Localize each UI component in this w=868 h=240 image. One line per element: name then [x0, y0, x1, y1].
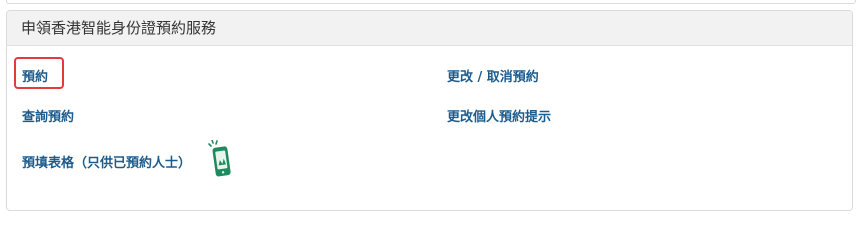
- enquire-appointment-link[interactable]: 查詢預約: [22, 106, 74, 125]
- prefill-form-link[interactable]: 預填表格（只供已預約人士）: [22, 152, 191, 171]
- change-reminder-link[interactable]: 更改個人預約提示: [447, 106, 551, 125]
- smart-id-appointment-panel: 申領香港智能身份證預約服務 預約 更改 / 取消預約 查詢預約 更改個人預約提示…: [6, 10, 853, 211]
- mobile-phone-icon: [207, 139, 235, 178]
- panel-title: 申領香港智能身份證預約服務: [7, 11, 852, 46]
- change-cancel-appointment-link[interactable]: 更改 / 取消預約: [447, 66, 539, 85]
- book-appointment-link[interactable]: 預約: [22, 66, 48, 85]
- previous-panel-edge: [6, 0, 856, 4]
- panel-body: 預約 更改 / 取消預約 查詢預約 更改個人預約提示 預填表格（只供已預約人士）: [7, 46, 852, 210]
